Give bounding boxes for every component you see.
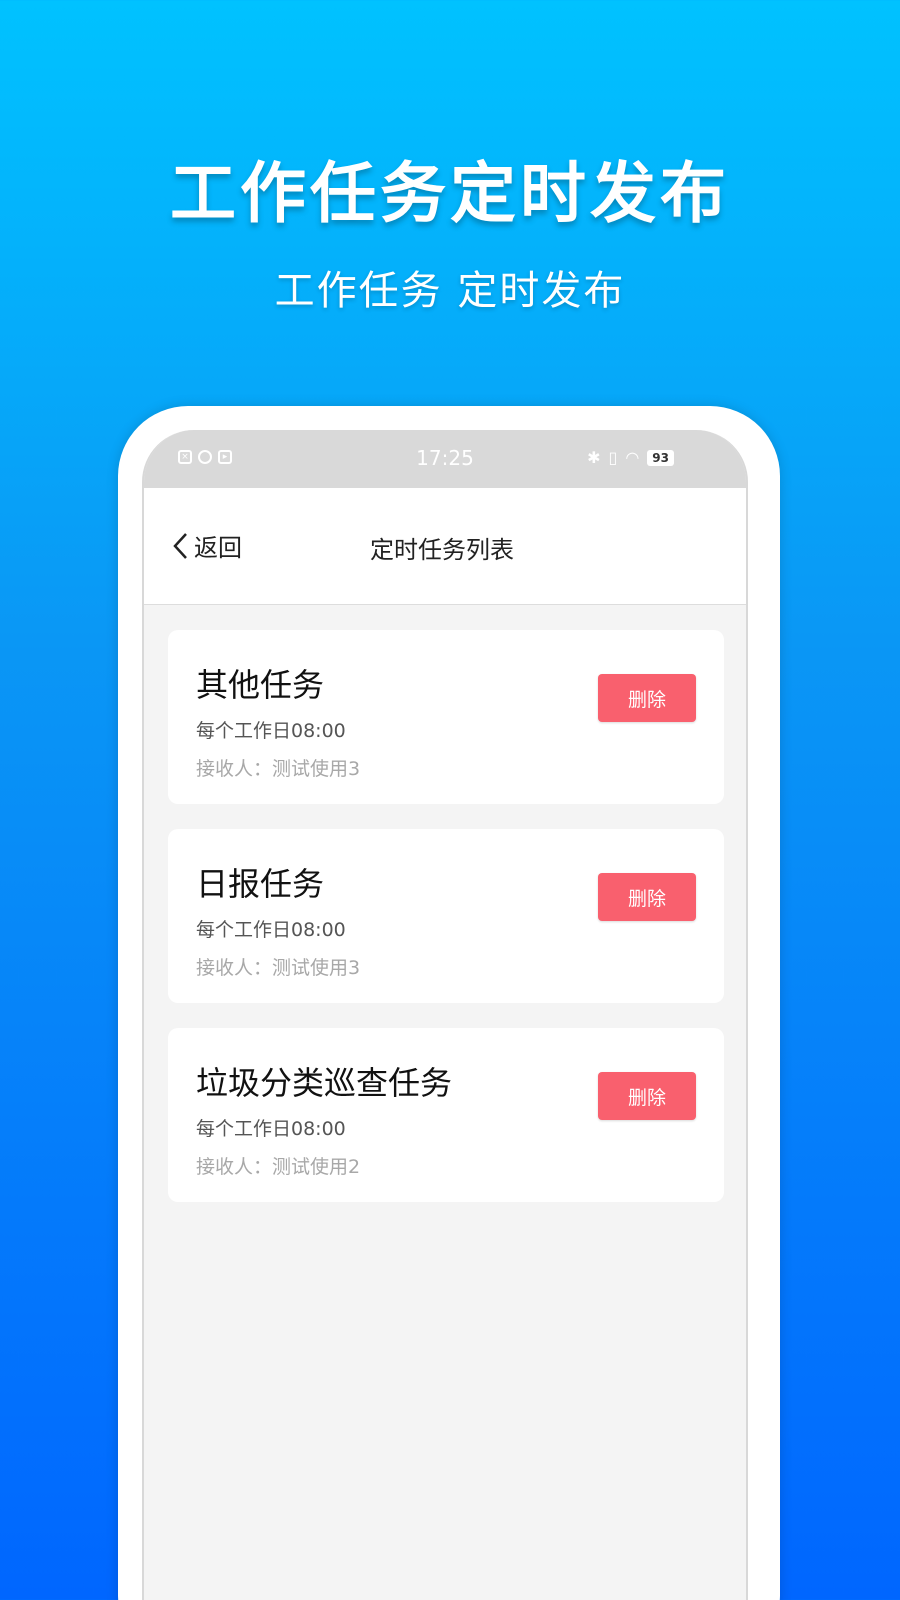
task-card[interactable]: 日报任务 每个工作日08:00 接收人：测试使用3 删除: [168, 829, 724, 1003]
task-recipient: 接收人：测试使用3: [196, 957, 361, 979]
task-title: 日报任务: [196, 865, 325, 903]
task-list: 其他任务 每个工作日08:00 接收人：测试使用3 删除 日报任务 每个工作日0…: [168, 630, 724, 1227]
task-title: 垃圾分类巡查任务: [196, 1064, 453, 1102]
task-schedule: 每个工作日08:00: [196, 919, 346, 941]
delete-button[interactable]: 删除: [598, 1072, 696, 1120]
back-button[interactable]: 返回: [172, 528, 242, 563]
task-recipient: 接收人：测试使用3: [196, 758, 361, 780]
task-title: 其他任务: [196, 666, 325, 704]
task-card[interactable]: 其他任务 每个工作日08:00 接收人：测试使用3 删除: [168, 630, 724, 804]
status-system-icons: ✱ ▯ ◠ 93: [587, 448, 674, 467]
phone-screen: × ▸ 17:25 ✱ ▯ ◠ 93 返回 定时任务列表 其他任务 每个工作日0…: [142, 430, 748, 1600]
page-title: 定时任务列表: [370, 536, 514, 564]
chevron-left-icon: [173, 532, 187, 559]
vibrate-icon: ▯: [608, 448, 618, 467]
promo-headline: 工作任务定时发布: [170, 155, 730, 232]
wifi-icon: ◠: [625, 448, 640, 467]
nav-bar: 返回 定时任务列表: [144, 488, 746, 605]
status-bar: × ▸ 17:25 ✱ ▯ ◠ 93: [144, 430, 746, 488]
task-schedule: 每个工作日08:00: [196, 720, 346, 742]
delete-button[interactable]: 删除: [598, 873, 696, 921]
delete-button[interactable]: 删除: [598, 674, 696, 722]
back-label: 返回: [194, 534, 242, 562]
task-card[interactable]: 垃圾分类巡查任务 每个工作日08:00 接收人：测试使用2 删除: [168, 1028, 724, 1202]
task-schedule: 每个工作日08:00: [196, 1118, 346, 1140]
battery-level: 93: [647, 449, 674, 466]
promo-subheadline: 工作任务 定时发布: [274, 268, 626, 314]
task-recipient: 接收人：测试使用2: [196, 1156, 361, 1178]
phone-frame: × ▸ 17:25 ✱ ▯ ◠ 93 返回 定时任务列表 其他任务 每个工作日0…: [118, 406, 780, 1600]
bluetooth-icon: ✱: [587, 448, 601, 467]
